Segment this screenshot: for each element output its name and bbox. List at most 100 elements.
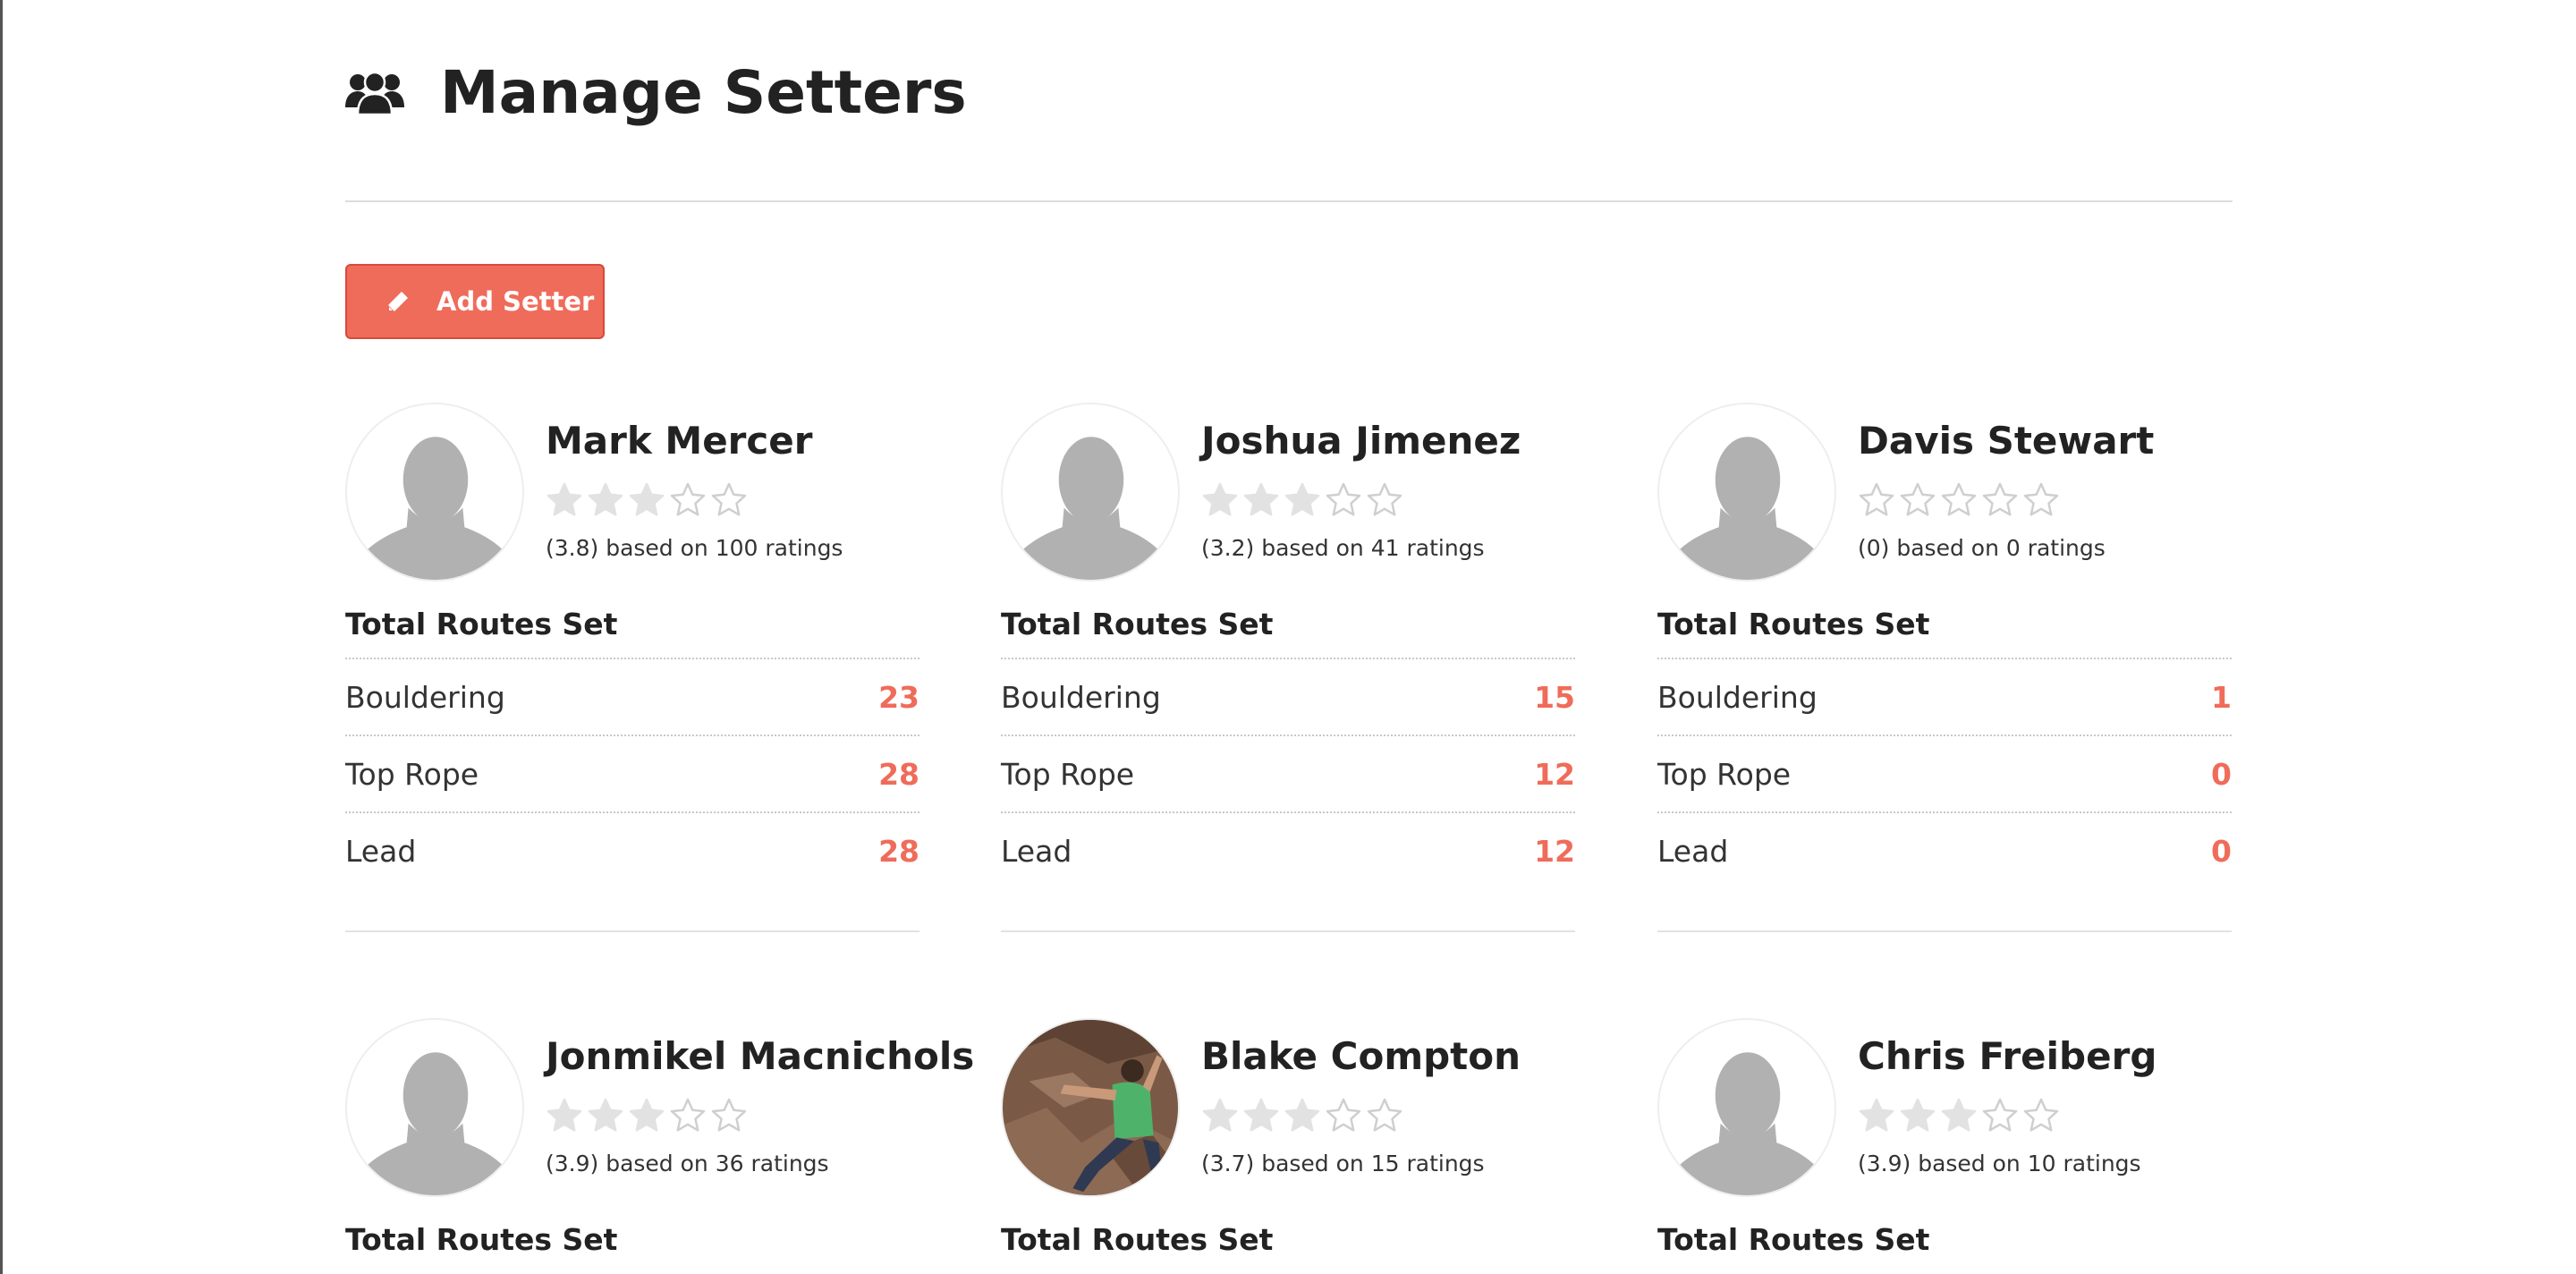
star-rating — [1858, 481, 2063, 519]
page-header: Manage Setters — [345, 0, 2233, 202]
star-icon — [1941, 482, 1977, 516]
rating-summary: (3.9) based on 10 ratings — [1858, 1151, 2141, 1176]
star-icon — [1284, 1098, 1320, 1132]
star-icon — [1367, 1098, 1402, 1132]
route-row: Lead 0 — [1657, 811, 2232, 888]
star-icon — [1900, 1098, 1936, 1132]
star-icon — [629, 482, 665, 516]
rating-summary: (3.2) based on 41 ratings — [1201, 535, 1485, 561]
routes-heading: Total Routes Set — [345, 607, 618, 641]
route-type: Top Rope — [1001, 756, 1135, 792]
star-icon — [1900, 482, 1936, 516]
route-count: 12 — [1534, 756, 1575, 792]
star-rating — [1201, 481, 1407, 519]
route-type: Lead — [345, 833, 417, 869]
avatar-placeholder-icon[interactable] — [345, 403, 524, 582]
star-icon — [1982, 482, 2018, 516]
route-type: Bouldering — [345, 679, 505, 715]
star-icon — [1941, 1098, 1977, 1132]
route-row: Bouldering 15 — [1001, 658, 1575, 735]
rating-summary: (3.7) based on 15 ratings — [1201, 1151, 1485, 1176]
route-count: 28 — [878, 756, 919, 792]
star-icon — [1326, 1098, 1361, 1132]
route-row: Lead 28 — [345, 811, 919, 888]
route-type: Top Rope — [1657, 756, 1792, 792]
routes-list: Bouldering 23 Top Rope 28 Lead 28 — [345, 658, 919, 888]
route-type: Lead — [1657, 833, 1729, 869]
rating-summary: (0) based on 0 ratings — [1858, 535, 2106, 561]
route-row: Top Rope 28 — [345, 735, 919, 811]
routes-heading: Total Routes Set — [1657, 607, 1930, 641]
star-icon — [2023, 1098, 2059, 1132]
setter-name[interactable]: Davis Stewart — [1858, 419, 2154, 463]
window-edge — [0, 0, 3, 1274]
star-icon — [547, 482, 582, 516]
page-title: Manage Setters — [440, 58, 967, 127]
route-count: 15 — [1534, 679, 1575, 715]
star-icon — [588, 1098, 623, 1132]
route-count: 23 — [878, 679, 919, 715]
star-icon — [588, 482, 623, 516]
rating-summary: (3.8) based on 100 ratings — [546, 535, 843, 561]
star-icon — [1859, 1098, 1894, 1132]
route-row: Bouldering 23 — [345, 658, 919, 735]
star-rating — [546, 481, 751, 519]
setter-name[interactable]: Mark Mercer — [546, 419, 813, 463]
star-rating — [1201, 1097, 1407, 1134]
star-icon — [1243, 1098, 1279, 1132]
setter-name[interactable]: Jonmikel Macnichols — [546, 1034, 974, 1078]
avatar-placeholder-icon[interactable] — [345, 1018, 524, 1197]
card-divider — [1001, 930, 1575, 932]
avatar-placeholder-icon[interactable] — [1657, 1018, 1836, 1197]
setter-name[interactable]: Blake Compton — [1201, 1034, 1521, 1078]
main-content: Manage Setters Add Setter Mark Mercer (3.… — [345, 0, 2233, 1257]
route-type: Bouldering — [1001, 679, 1161, 715]
routes-list: Bouldering 15 Top Rope 12 Lead 12 — [1001, 658, 1575, 888]
avatar-placeholder-icon[interactable] — [1001, 403, 1180, 582]
routes-heading: Total Routes Set — [345, 1222, 618, 1257]
route-row: Top Rope 0 — [1657, 735, 2232, 811]
route-type: Top Rope — [345, 756, 479, 792]
add-setter-button[interactable]: Add Setter — [345, 264, 605, 339]
route-count: 0 — [2211, 756, 2232, 792]
star-icon — [1202, 1098, 1238, 1132]
card-divider — [1657, 930, 2232, 932]
setter-photo[interactable] — [1001, 1018, 1180, 1197]
avatar-placeholder-icon[interactable] — [1657, 403, 1836, 582]
route-count: 28 — [878, 833, 919, 869]
star-rating — [546, 1097, 751, 1134]
route-row: Top Rope 12 — [1001, 735, 1575, 811]
star-icon — [670, 1098, 706, 1132]
route-type: Bouldering — [1657, 679, 1818, 715]
setter-name[interactable]: Joshua Jimenez — [1201, 419, 1521, 463]
star-icon — [711, 482, 747, 516]
star-icon — [2023, 482, 2059, 516]
star-icon — [1202, 482, 1238, 516]
add-setter-label: Add Setter — [436, 286, 595, 317]
star-icon — [1367, 482, 1402, 516]
route-type: Lead — [1001, 833, 1072, 869]
setter-name[interactable]: Chris Freiberg — [1858, 1034, 2157, 1078]
card-divider — [345, 930, 919, 932]
star-icon — [1243, 482, 1279, 516]
star-icon — [629, 1098, 665, 1132]
route-count: 1 — [2211, 679, 2232, 715]
route-count: 0 — [2211, 833, 2232, 869]
star-icon — [1859, 482, 1894, 516]
routes-list: Bouldering 1 Top Rope 0 Lead 0 — [1657, 658, 2232, 888]
route-row: Bouldering 1 — [1657, 658, 2232, 735]
rating-summary: (3.9) based on 36 ratings — [546, 1151, 829, 1176]
routes-heading: Total Routes Set — [1001, 1222, 1274, 1257]
star-icon — [547, 1098, 582, 1132]
star-icon — [1326, 482, 1361, 516]
star-rating — [1858, 1097, 2063, 1134]
star-icon — [711, 1098, 747, 1132]
users-icon — [345, 71, 404, 115]
star-icon — [670, 482, 706, 516]
route-count: 12 — [1534, 833, 1575, 869]
star-icon — [1284, 482, 1320, 516]
route-row: Lead 12 — [1001, 811, 1575, 888]
star-icon — [1982, 1098, 2018, 1132]
routes-heading: Total Routes Set — [1001, 607, 1274, 641]
routes-heading: Total Routes Set — [1657, 1222, 1930, 1257]
